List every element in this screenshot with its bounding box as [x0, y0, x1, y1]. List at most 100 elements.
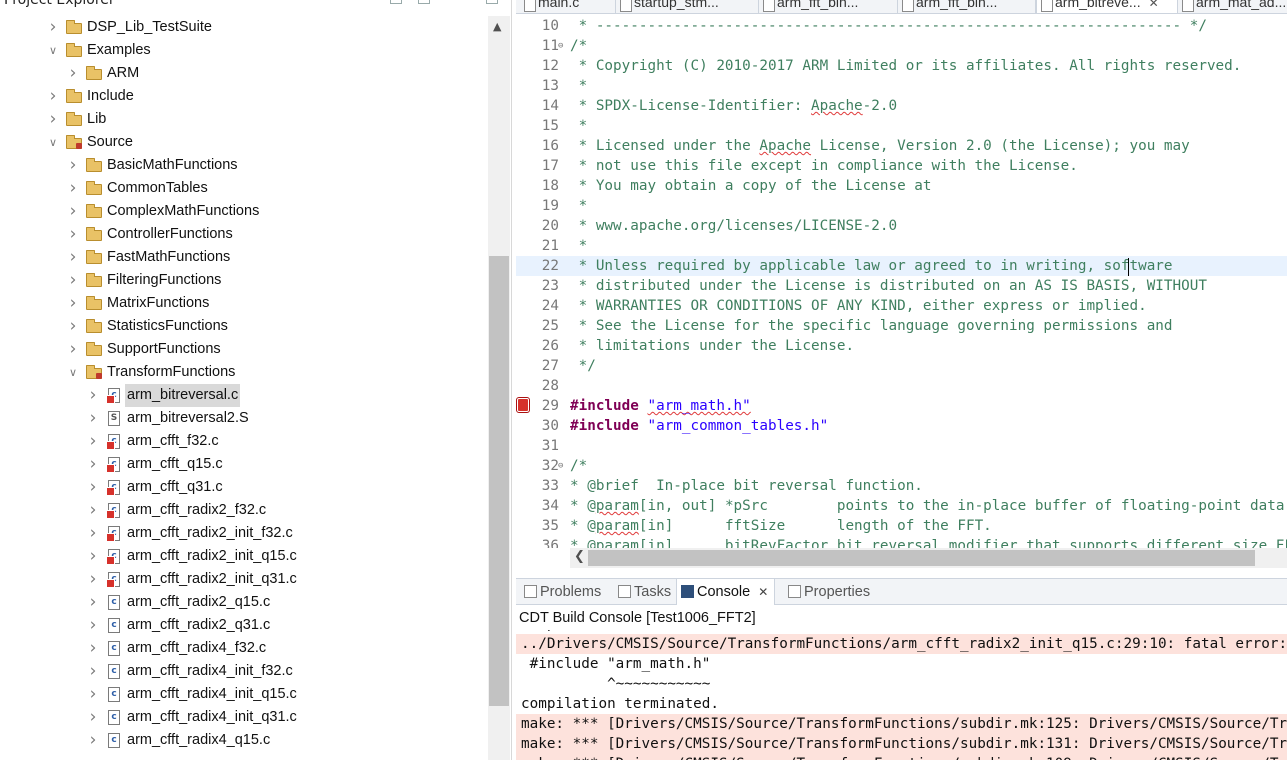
code-line[interactable]: 27 */: [516, 356, 1287, 376]
chevron-right-icon[interactable]: ›: [86, 614, 100, 637]
code-line[interactable]: 12 * Copyright (C) 2010-2017 ARM Limited…: [516, 56, 1287, 76]
chevron-right-icon[interactable]: ›: [86, 430, 100, 453]
tree-item[interactable]: › ComplexMathFunctions: [0, 200, 488, 223]
chevron-right-icon[interactable]: ›: [86, 683, 100, 706]
code-line[interactable]: 10 * -----------------------------------…: [516, 16, 1287, 36]
tree-item[interactable]: › c arm_cfft_radix4_f32.c: [0, 637, 488, 660]
tree-item[interactable]: › Sarm_bitreversal2.S: [0, 407, 488, 430]
tree-item[interactable]: › c arm_cfft_radix2_f32.c: [0, 499, 488, 522]
tree-item[interactable]: › c arm_cfft_radix2_init_f32.c: [0, 522, 488, 545]
code-line[interactable]: 22 * Unless required by applicable law o…: [516, 256, 1287, 276]
code-line[interactable]: 18 * You may obtain a copy of the Licens…: [516, 176, 1287, 196]
chevron-down-icon[interactable]: ∨: [66, 361, 80, 384]
tree-item[interactable]: › c arm_cfft_radix2_init_q31.c: [0, 568, 488, 591]
chevron-right-icon[interactable]: ›: [86, 453, 100, 476]
chevron-right-icon[interactable]: ›: [86, 637, 100, 660]
chevron-right-icon[interactable]: ›: [86, 706, 100, 729]
code-line[interactable]: 15 *: [516, 116, 1287, 136]
chevron-right-icon[interactable]: ›: [46, 108, 60, 131]
code-line[interactable]: 36 * @param[in] bitRevFactor bit reversal…: [516, 536, 1287, 548]
tab-tasks[interactable]: Tasks: [614, 579, 671, 605]
code-line[interactable]: 35 * @param[in] fftSize length of the FFT…: [516, 516, 1287, 536]
code-line[interactable]: 19 *: [516, 196, 1287, 216]
tree-item[interactable]: › c arm_cfft_q31.c: [0, 476, 488, 499]
tree-item[interactable]: › c arm_cfft_q15.c: [0, 453, 488, 476]
code-line[interactable]: 13 *: [516, 76, 1287, 96]
error-marker-icon[interactable]: [516, 397, 530, 413]
chevron-right-icon[interactable]: ›: [66, 246, 80, 269]
editor-horizontal-scrollbar[interactable]: ❮: [570, 548, 1287, 568]
chevron-right-icon[interactable]: ›: [66, 315, 80, 338]
code-line[interactable]: 21 *: [516, 236, 1287, 256]
tree-item[interactable]: › ARM: [0, 62, 488, 85]
fold-icon[interactable]: ⊖: [558, 36, 568, 56]
chevron-right-icon[interactable]: ›: [66, 223, 80, 246]
tree-item[interactable]: › c arm_cfft_radix4_init_f32.c: [0, 660, 488, 683]
tree-item[interactable]: › Lib: [0, 108, 488, 131]
console-output[interactable]: compilation terminated. ../Drivers/CMSIS/…: [516, 630, 1287, 760]
tree-item[interactable]: › Include: [0, 85, 488, 108]
scroll-up-icon[interactable]: ▲: [493, 20, 501, 33]
chevron-right-icon[interactable]: ›: [86, 522, 100, 545]
scrollbar-thumb[interactable]: [588, 550, 1255, 566]
editor-tab[interactable]: arm_fft_bin...: [759, 0, 898, 13]
editor-tab[interactable]: arm_bitreve... ✕: [1036, 0, 1178, 13]
code-line[interactable]: 30 #include "arm_common_tables.h": [516, 416, 1287, 436]
link-editor-icon[interactable]: [418, 0, 430, 4]
tree-item[interactable]: ∨ Examples: [0, 39, 488, 62]
code-line[interactable]: 32 ⊖/*: [516, 456, 1287, 476]
chevron-right-icon[interactable]: ›: [86, 499, 100, 522]
code-line[interactable]: 29 #include "arm_math.h": [516, 396, 1287, 416]
code-line[interactable]: 14 * SPDX-License-Identifier: Apache-2.0: [516, 96, 1287, 116]
editor-tab[interactable]: arm_fft_bin...: [898, 0, 1036, 13]
fold-icon[interactable]: ⊖: [558, 456, 568, 476]
minimize-icon[interactable]: [390, 0, 402, 4]
chevron-right-icon[interactable]: ›: [86, 729, 100, 752]
tree-item[interactable]: › c arm_cfft_f32.c: [0, 430, 488, 453]
chevron-down-icon[interactable]: ∨: [46, 131, 60, 154]
chevron-right-icon[interactable]: ›: [66, 338, 80, 361]
tree-item[interactable]: › BasicMathFunctions: [0, 154, 488, 177]
chevron-right-icon[interactable]: ›: [86, 591, 100, 614]
scrollbar-thumb[interactable]: [489, 256, 509, 706]
chevron-right-icon[interactable]: ›: [66, 154, 80, 177]
tree-item[interactable]: › c arm_cfft_radix2_q31.c: [0, 614, 488, 637]
chevron-right-icon[interactable]: ›: [86, 660, 100, 683]
code-line[interactable]: 24 * WARRANTIES OR CONDITIONS OF ANY KIN…: [516, 296, 1287, 316]
scroll-left-icon[interactable]: ❮: [574, 549, 585, 564]
tree-item[interactable]: › c arm_cfft_radix2_q15.c: [0, 591, 488, 614]
editor-tab[interactable]: startup_stm...: [616, 0, 759, 13]
code-line[interactable]: 23 * distributed under the License is di…: [516, 276, 1287, 296]
view-menu-icon[interactable]: [486, 0, 498, 4]
tree-item[interactable]: › c arm_bitreversal.c: [0, 384, 488, 407]
close-icon[interactable]: ✕: [1149, 0, 1159, 10]
tree-item[interactable]: › c arm_cfft_radix4_init_q31.c: [0, 706, 488, 729]
tree-item[interactable]: › ControllerFunctions: [0, 223, 488, 246]
chevron-right-icon[interactable]: ›: [66, 200, 80, 223]
tree-item[interactable]: › FastMathFunctions: [0, 246, 488, 269]
code-line[interactable]: 33 * @brief In-place bit reversal functio…: [516, 476, 1287, 496]
tree-item[interactable]: › c arm_cfft_radix4_init_q15.c: [0, 683, 488, 706]
tree-item[interactable]: ∨ TransformFunctions: [0, 361, 488, 384]
code-line[interactable]: 17 * not use this file except in complia…: [516, 156, 1287, 176]
project-explorer-title[interactable]: Project Explorer: [4, 0, 115, 10]
tree-item[interactable]: ∨ Source: [0, 131, 488, 154]
chevron-right-icon[interactable]: ›: [66, 292, 80, 315]
code-line[interactable]: 20 * www.apache.org/licenses/LICENSE-2.0: [516, 216, 1287, 236]
chevron-right-icon[interactable]: ›: [66, 62, 80, 85]
tree-item[interactable]: › CommonTables: [0, 177, 488, 200]
tab-console[interactable]: Console ✕: [676, 579, 776, 605]
tree-item[interactable]: › StatisticsFunctions: [0, 315, 488, 338]
explorer-vertical-scrollbar[interactable]: ▲: [488, 16, 510, 760]
chevron-right-icon[interactable]: ›: [66, 177, 80, 200]
chevron-right-icon[interactable]: ›: [86, 476, 100, 499]
chevron-down-icon[interactable]: ∨: [46, 39, 60, 62]
tab-properties[interactable]: Properties: [784, 579, 870, 605]
code-line[interactable]: 25 * See the License for the specific la…: [516, 316, 1287, 336]
code-line[interactable]: 28: [516, 376, 1287, 396]
tab-problems[interactable]: Problems: [520, 579, 601, 605]
chevron-right-icon[interactable]: ›: [86, 568, 100, 591]
chevron-right-icon[interactable]: ›: [46, 16, 60, 39]
code-editor[interactable]: 36 * @param[in] bitRevFactor bit reversal…: [516, 14, 1287, 548]
editor-tab[interactable]: main.c: [520, 0, 616, 13]
